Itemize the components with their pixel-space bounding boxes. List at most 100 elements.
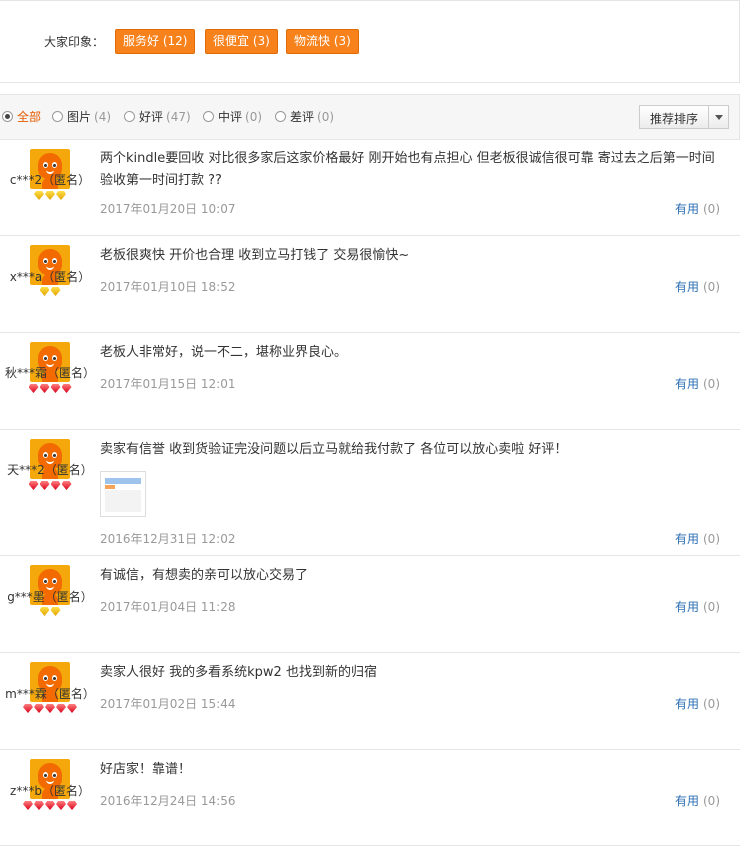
review-date: 2017年01月10日 18:52 — [100, 280, 236, 294]
useful-label: 有用 — [674, 794, 699, 808]
gold-diamond-icon — [34, 191, 44, 200]
useful-button[interactable]: 有用 (0) — [675, 278, 720, 295]
review-item: g***墨（匿名） 有诚信，有想卖的亲可以放心交易了 2017年01月04日 11:… — [0, 556, 740, 653]
reviewer-level-badges — [0, 479, 100, 491]
eye-icon — [43, 162, 48, 168]
reviewer-name: 秋***霜（匿名） — [4, 366, 95, 380]
eye-icon — [52, 772, 57, 778]
review-item: 秋***霜（匿名） 老板人非常好，说一不二，堪称业界良心。 2017年01月15日 … — [0, 333, 740, 430]
red-heart-icon — [23, 801, 33, 810]
useful-count: (0) — [703, 532, 720, 546]
eye-icon — [43, 258, 48, 264]
filter-negative[interactable]: 差评 (0) — [275, 108, 334, 126]
red-heart-icon — [61, 481, 72, 490]
red-heart-icon — [56, 704, 66, 713]
review-filter-bar: 全部 图片 (4) 好评 (47) 中评 (0) 差评 (0) 推荐排序 — [0, 94, 740, 140]
red-heart-icon — [45, 801, 55, 810]
eye-icon — [43, 355, 48, 361]
useful-button[interactable]: 有用 (0) — [675, 598, 720, 615]
reviewer-level-badges — [0, 285, 100, 297]
review-date: 2016年12月24日 14:56 — [100, 794, 236, 808]
useful-label: 有用 — [674, 280, 699, 294]
review-text: 有诚信，有想卖的亲可以放心交易了 — [100, 568, 309, 583]
red-heart-icon — [67, 704, 77, 713]
filter-neutral-label: 中评 — [218, 110, 243, 124]
radio-icon — [124, 111, 135, 122]
red-heart-icon — [67, 801, 77, 810]
reviewer-name: x***a（匿名） — [9, 270, 91, 284]
filter-images[interactable]: 图片 (4) — [52, 108, 111, 126]
useful-button[interactable]: 有用 (0) — [675, 792, 720, 809]
review-item: x***a（匿名） 老板很爽快 开价也合理 收到立马打钱了 交易很愉快~ 2017年… — [0, 236, 740, 333]
impression-tag-shipping[interactable]: 物流快 (3) — [286, 29, 359, 54]
reviewer-name: 天***2（匿名） — [7, 463, 93, 477]
eye-icon — [52, 355, 57, 361]
sort-dropdown[interactable]: 推荐排序 — [639, 105, 729, 129]
impression-tag-cheap[interactable]: 很便宜 (3) — [205, 29, 278, 54]
filter-positive-count: (47) — [166, 110, 191, 124]
useful-button[interactable]: 有用 (0) — [675, 695, 720, 712]
thumbnail-body — [105, 490, 141, 512]
filter-all[interactable]: 全部 — [2, 108, 41, 126]
reviewer-name: c***2（匿名） — [9, 173, 91, 187]
useful-label: 有用 — [674, 697, 699, 711]
red-heart-icon — [50, 481, 61, 490]
review-item: c***2（匿名） 两个kindle要回收 对比很多家后这家价格最好 刚开始也有点… — [0, 140, 740, 236]
red-heart-icon — [28, 384, 39, 393]
gold-diamond-icon — [50, 607, 61, 616]
red-heart-icon — [61, 384, 72, 393]
reviewer-level-badges — [0, 702, 100, 714]
red-heart-icon — [39, 384, 50, 393]
filter-negative-count: (0) — [317, 110, 335, 124]
eye-icon — [52, 578, 57, 584]
reviewer-name: m***霖（匿名） — [5, 687, 95, 701]
gold-diamond-icon — [39, 607, 50, 616]
thumbnail-header — [105, 478, 141, 484]
gold-diamond-icon — [50, 287, 61, 296]
filter-neutral[interactable]: 中评 (0) — [203, 108, 262, 126]
useful-count: (0) — [703, 600, 720, 614]
eye-icon — [43, 578, 48, 584]
impression-tag-service[interactable]: 服务好 (12) — [115, 29, 196, 54]
eye-icon — [52, 258, 57, 264]
reviewer-level-badges — [0, 382, 100, 394]
review-text: 卖家人很好 我的多看系统kpw2 也找到新的归宿 — [100, 665, 377, 680]
review-date: 2017年01月02日 15:44 — [100, 697, 236, 711]
review-date: 2017年01月04日 11:28 — [100, 600, 236, 614]
eye-icon — [43, 772, 48, 778]
review-date: 2017年01月15日 12:01 — [100, 377, 236, 391]
review-item: m***霖（匿名） 卖家人很好 我的多看系统kpw2 也找到新的归宿 2017年01… — [0, 653, 740, 750]
filter-negative-label: 差评 — [290, 110, 315, 124]
red-heart-icon — [23, 704, 33, 713]
useful-count: (0) — [703, 377, 720, 391]
gold-diamond-icon — [56, 191, 66, 200]
filter-all-label: 全部 — [17, 110, 42, 124]
filter-images-count: (4) — [94, 110, 112, 124]
filter-positive-label: 好评 — [139, 110, 164, 124]
reviewer-name: g***墨（匿名） — [7, 590, 93, 604]
useful-button[interactable]: 有用 (0) — [675, 200, 720, 217]
red-heart-icon — [39, 481, 50, 490]
review-text: 老板人非常好，说一不二，堪称业界良心。 — [100, 345, 348, 360]
red-heart-icon — [34, 704, 44, 713]
useful-button[interactable]: 有用 (0) — [675, 530, 720, 547]
filter-positive[interactable]: 好评 (47) — [124, 108, 191, 126]
red-heart-icon — [56, 801, 66, 810]
useful-count: (0) — [703, 280, 720, 294]
review-text: 好店家！靠谱！ — [100, 762, 192, 777]
useful-button[interactable]: 有用 (0) — [675, 375, 720, 392]
reviewer-level-badges — [0, 605, 100, 617]
review-date: 2016年12月31日 12:02 — [100, 532, 236, 546]
useful-count: (0) — [703, 202, 720, 216]
review-item: z***b（匿名） 好店家！靠谱！ 2016年12月24日 14:56 有用 (0) — [0, 750, 740, 846]
red-heart-icon — [34, 801, 44, 810]
gold-diamond-icon — [39, 287, 50, 296]
radio-icon — [275, 111, 286, 122]
review-image-thumbnail[interactable] — [100, 471, 146, 517]
useful-count: (0) — [703, 697, 720, 711]
useful-label: 有用 — [674, 532, 699, 546]
chevron-down-icon[interactable] — [708, 106, 728, 128]
red-heart-icon — [45, 704, 55, 713]
eye-icon — [52, 452, 57, 458]
reviewer-level-badges — [0, 799, 100, 811]
